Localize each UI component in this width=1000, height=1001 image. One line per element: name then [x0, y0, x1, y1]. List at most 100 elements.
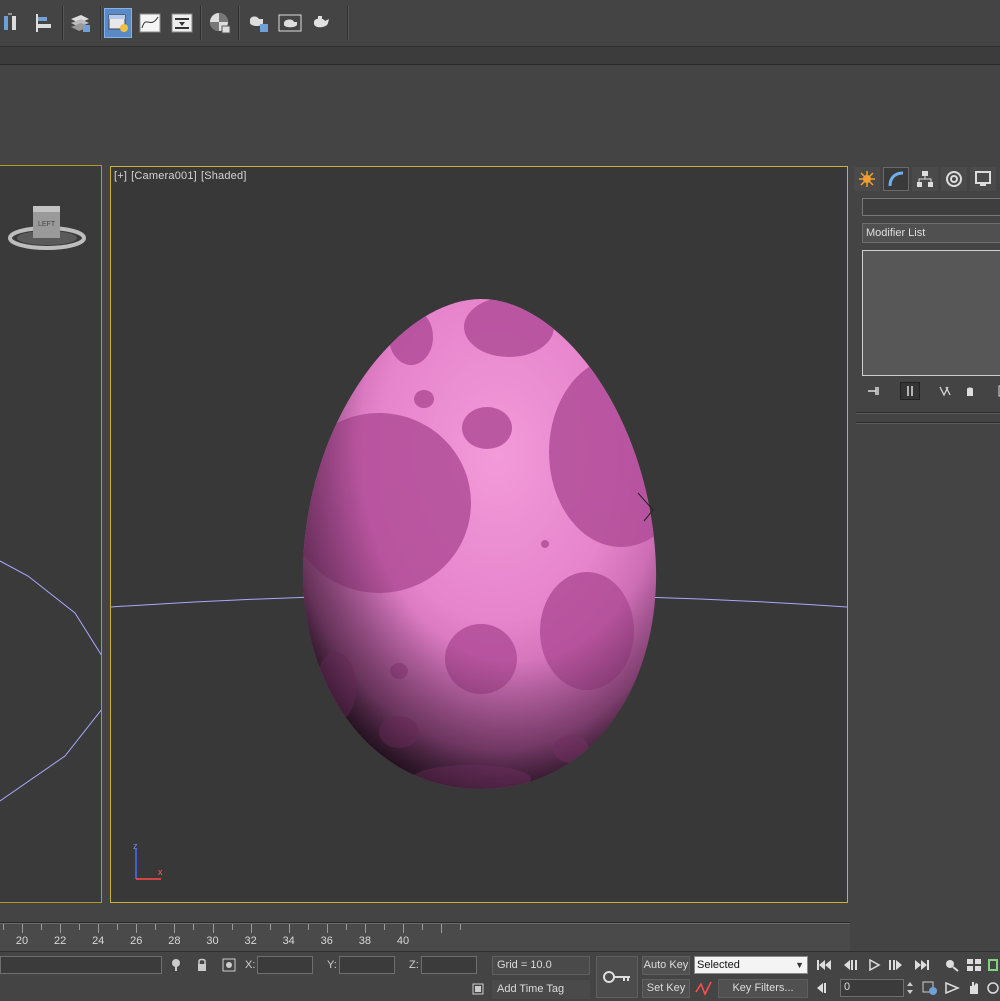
create-icon[interactable]: [854, 167, 880, 191]
modifier-stack[interactable]: [862, 250, 1000, 376]
current-frame-value: 0: [844, 981, 851, 993]
pin-stack-icon[interactable]: [864, 382, 884, 400]
ruler-tick: [441, 924, 443, 933]
display-icon[interactable]: [970, 167, 996, 191]
ruler-tick: [460, 924, 462, 930]
key-mode-toggle-icon[interactable]: [814, 979, 834, 997]
previous-frame-icon[interactable]: [840, 956, 860, 974]
show-end-result-icon[interactable]: [900, 382, 920, 400]
set-key-button[interactable]: Set Key: [642, 979, 690, 998]
layer-manager-icon[interactable]: [66, 8, 94, 38]
go-to-start-icon[interactable]: [814, 956, 834, 974]
x-coord-label: X:: [245, 959, 256, 971]
modify-icon[interactable]: [883, 167, 909, 191]
ruler-tick: [174, 924, 176, 933]
render-teapot-icon[interactable]: [308, 8, 336, 38]
go-to-end-icon[interactable]: [912, 956, 932, 974]
time-configuration-icon[interactable]: [920, 979, 940, 997]
isolate-selection-icon[interactable]: [166, 956, 186, 974]
zoom-all-icon[interactable]: [964, 956, 984, 974]
motion-icon[interactable]: [941, 167, 967, 191]
ruler-tick: [22, 924, 23, 933]
remove-modifier-icon[interactable]: [960, 382, 980, 400]
make-unique-icon[interactable]: [936, 382, 956, 400]
key-mode-dropdown[interactable]: Selected ▼: [694, 956, 808, 974]
ruler-tick-label: 26: [130, 935, 143, 947]
align-icon[interactable]: [30, 8, 58, 38]
ruler-tick-label: 30: [206, 935, 219, 947]
zoom-extents-icon[interactable]: [986, 956, 1000, 974]
ruler-tick-label: 24: [92, 935, 105, 947]
ruler-tick-label: 34: [282, 935, 295, 947]
ruler-tick: [155, 924, 157, 930]
current-frame-field[interactable]: 0: [840, 979, 904, 997]
ruler-tick-label: 40: [396, 935, 410, 947]
status-bar: X: Y: Z: Grid = 10.0 Add Time Tag Auto K…: [0, 951, 1000, 1001]
ruler-tick: [269, 924, 271, 930]
curve-editor-icon[interactable]: [136, 8, 164, 38]
view-cube-label: LEFT: [38, 221, 56, 228]
toolbar-strip: [0, 47, 1000, 65]
ruler-tick: [117, 924, 119, 930]
ruler-tick: [2, 924, 4, 930]
left-viewport[interactable]: LEFT: [0, 165, 102, 903]
ruler-tick-label: 20: [15, 935, 29, 947]
next-frame-icon[interactable]: [886, 956, 906, 974]
schematic-view-icon[interactable]: [168, 8, 196, 38]
command-panel: Modifier List: [852, 165, 1000, 905]
field-of-view-icon[interactable]: [942, 979, 962, 997]
add-time-tag-button[interactable]: Add Time Tag: [492, 980, 590, 999]
ruler-tick: [193, 924, 195, 930]
ruler-tick-label: 22: [53, 935, 67, 947]
maxscript-listener-field[interactable]: [0, 956, 162, 974]
scene-explorer-icon[interactable]: [104, 8, 132, 38]
ruler-tick: [212, 924, 214, 933]
hierarchy-icon[interactable]: [912, 167, 938, 191]
ruler-tick: [136, 924, 138, 933]
play-icon[interactable]: [864, 956, 884, 974]
ribbon-area: [0, 65, 1000, 163]
object-name-field[interactable]: [862, 198, 1000, 216]
time-ruler[interactable]: 20 22 24 26 28 30 32 34 36 38 40: [0, 922, 850, 951]
orbit-icon[interactable]: [986, 979, 1000, 997]
rendered-frame-icon[interactable]: [276, 8, 304, 38]
ruler-tick: [41, 924, 43, 930]
ruler-tick-label: 36: [320, 935, 333, 947]
ruler-tick: [364, 924, 366, 933]
frame-spinner-icon[interactable]: [904, 979, 916, 997]
absolute-mode-icon[interactable]: [219, 956, 239, 974]
ruler-tick-label: 32: [244, 935, 257, 947]
z-coord-field[interactable]: [421, 956, 477, 974]
selection-lock-icon[interactable]: [192, 956, 212, 974]
material-editor-icon[interactable]: [206, 8, 234, 38]
ruler-tick-label: 28: [168, 935, 181, 947]
main-toolbar: [0, 0, 1000, 47]
key-mode-value: Selected: [697, 959, 740, 971]
time-tag-icon[interactable]: [468, 980, 488, 998]
ruler-tick: [79, 924, 81, 930]
axis-z-label: z: [133, 841, 138, 851]
configure-sets-icon[interactable]: [992, 382, 1000, 400]
set-key-icon[interactable]: [596, 956, 638, 998]
ruler-tick: [422, 924, 424, 930]
key-curve-icon[interactable]: [694, 979, 714, 997]
ruler-tick: [250, 924, 252, 933]
ruler-tick: [307, 924, 309, 930]
axis-x-label: x: [158, 867, 163, 877]
camera-viewport[interactable]: [+] [Camera001] [Shaded] z x: [110, 166, 848, 903]
ruler-tick: [288, 924, 290, 933]
z-coord-label: Z:: [409, 959, 419, 971]
y-coord-field[interactable]: [339, 956, 395, 974]
ruler-tick: [60, 924, 62, 933]
x-coord-field[interactable]: [257, 956, 313, 974]
zoom-icon[interactable]: [942, 956, 962, 974]
auto-key-button[interactable]: Auto Key: [642, 956, 690, 975]
render-setup-icon[interactable]: [244, 8, 272, 38]
modifier-list-dropdown[interactable]: Modifier List: [862, 223, 1000, 243]
pan-view-icon[interactable]: [964, 979, 984, 997]
chevron-down-icon: ▼: [795, 960, 804, 970]
key-filters-button[interactable]: Key Filters...: [718, 979, 808, 998]
mirror-icon[interactable]: [0, 8, 28, 38]
ruler-tick: [98, 924, 100, 933]
grid-size-display: Grid = 10.0: [492, 956, 590, 975]
